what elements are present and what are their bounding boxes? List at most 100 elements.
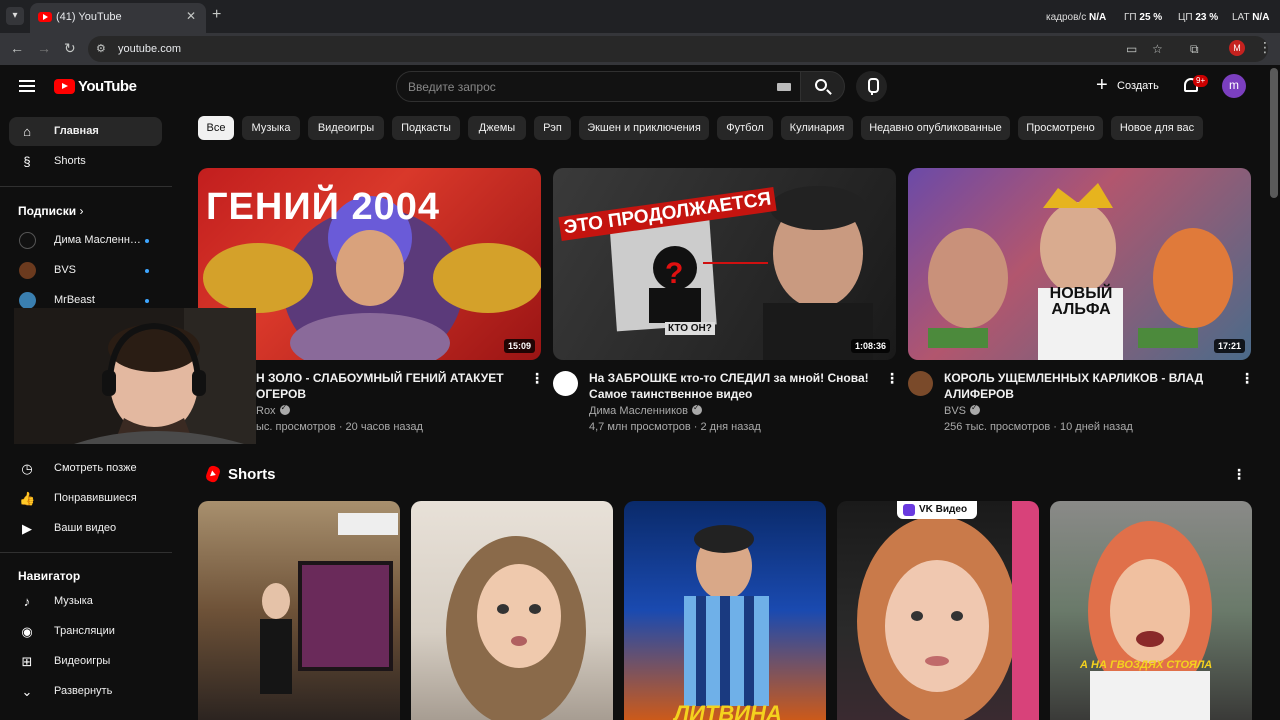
shorts-menu-icon[interactable]: ⋮ xyxy=(1232,466,1246,483)
video-thumbnail[interactable]: ? ЭТО ПРОДОЛЖАЕТСЯ КТО ОН? 1:08:36 xyxy=(553,168,896,360)
sidebar-item-watch-later[interactable]: ◷ Смотреть позже xyxy=(9,454,162,483)
clock-icon: ◷ xyxy=(21,461,33,476)
sidebar-divider xyxy=(0,552,172,553)
chip[interactable]: Экшен и приключения xyxy=(579,116,709,140)
subscriptions-heading[interactable]: Подписки › xyxy=(18,204,83,218)
video-menu-icon[interactable]: ⋮ xyxy=(1240,370,1254,387)
site-info-icon[interactable]: ⚙ xyxy=(96,42,106,55)
browser-menu-icon[interactable]: ⋮ xyxy=(1258,39,1272,56)
short-art xyxy=(684,525,769,706)
vk-video-badge: VK Видео xyxy=(897,501,977,519)
chip[interactable]: Новое для вас xyxy=(1111,116,1203,140)
sidebar-item-home[interactable]: ⌂ Главная xyxy=(9,117,162,146)
browser-profile-avatar[interactable]: M xyxy=(1229,40,1245,56)
play-square-icon: ▶ xyxy=(22,521,32,536)
sidebar-sub-item[interactable]: Дима Масленн… xyxy=(9,226,162,255)
gamepad-icon: ⊞ xyxy=(21,654,33,669)
video-duration: 1:08:36 xyxy=(850,339,890,353)
shorts-logo-icon xyxy=(204,464,222,484)
video-title[interactable]: На ЗАБРОШКЕ кто-то СЛЕДИЛ за мной! Снова… xyxy=(589,370,869,402)
chip[interactable]: Видеоигры xyxy=(308,116,384,140)
short-thumbnail[interactable] xyxy=(198,501,400,720)
perf-fps: кадров/с N/A xyxy=(1046,12,1107,23)
page-scrollbar[interactable] xyxy=(1270,68,1278,198)
chip[interactable]: Музыка xyxy=(242,116,300,140)
chip[interactable]: Рэп xyxy=(534,116,571,140)
video-channel[interactable]: Дима Масленников xyxy=(589,403,702,417)
chip[interactable]: Просмотрено xyxy=(1018,116,1103,140)
verified-icon xyxy=(691,403,702,415)
short-thumbnail[interactable] xyxy=(411,501,613,720)
live-icon: ◉ xyxy=(21,624,33,639)
short-art xyxy=(857,501,1039,720)
svg-text:?: ? xyxy=(665,257,683,290)
omnibox[interactable]: ⚙ youtube.com ▭ ☆ ⧉ xyxy=(88,36,1268,62)
video-title[interactable]: Н ЗОЛО - СЛАБОУМНЫЙ ГЕНИЙ АТАКУЕТ ОГЕРОВ xyxy=(256,370,518,402)
sidebar-item-label: Трансляции xyxy=(54,625,115,637)
search-placeholder: Введите запрос xyxy=(408,80,496,94)
menu-hamburger-icon[interactable] xyxy=(19,80,35,92)
home-icon: ⌂ xyxy=(23,124,31,139)
sub-label: MrBeast xyxy=(54,294,95,306)
video-menu-icon[interactable]: ⋮ xyxy=(885,370,899,387)
sidebar-item-your-videos[interactable]: ▶ Ваши видео xyxy=(9,514,162,543)
perf-cpu: ЦП 23 % xyxy=(1178,12,1219,23)
create-label: Создать xyxy=(1117,80,1159,92)
youtube-logo-text[interactable]: YouTube xyxy=(78,78,137,95)
tab-close-icon[interactable]: ✕ xyxy=(186,9,196,23)
thumbs-up-icon: 👍 xyxy=(19,491,36,506)
account-avatar[interactable]: m xyxy=(1222,74,1246,98)
tab-search-chevron-icon[interactable]: ▾ xyxy=(6,7,24,25)
reload-icon[interactable]: ↻ xyxy=(64,40,76,57)
chip[interactable]: Подкасты xyxy=(392,116,460,140)
video-menu-icon[interactable]: ⋮ xyxy=(530,370,544,387)
video-title[interactable]: КОРОЛЬ УЩЕМЛЕННЫХ КАРЛИКОВ - ВЛАД АЛИФЕР… xyxy=(944,370,1234,402)
sidebar-sub-item[interactable]: BVS xyxy=(9,256,162,285)
search-input[interactable]: Введите запрос xyxy=(396,71,802,102)
browser-tab[interactable]: (41) YouTube ✕ xyxy=(30,3,206,33)
short-overlay-text: ЛИТВИНА xyxy=(674,701,782,720)
perf-gpu: ГП 25 % xyxy=(1124,12,1163,23)
sidebar-item-music[interactable]: ♪ Музыка xyxy=(9,587,162,616)
back-arrow-icon[interactable]: ← xyxy=(10,40,24,56)
sidebar-item-label: Ваши видео xyxy=(54,522,117,534)
short-thumbnail[interactable]: ЛИТВИНА xyxy=(624,501,826,720)
voice-search-mic-icon[interactable] xyxy=(856,71,887,102)
notifications-badge: 9+ xyxy=(1193,75,1209,87)
sidebar-divider xyxy=(0,186,172,187)
url-text: youtube.com xyxy=(118,43,181,55)
channel-avatar[interactable] xyxy=(908,371,933,396)
sidebar-item-shorts[interactable]: § Shorts xyxy=(9,147,162,176)
perf-lat: LAT N/A xyxy=(1232,12,1270,23)
sidebar-item-live[interactable]: ◉ Трансляции xyxy=(9,617,162,646)
video-channel[interactable]: BVS xyxy=(944,403,981,417)
sidebar-item-expand[interactable]: ⌄ Развернуть xyxy=(9,677,162,706)
vk-logo-icon xyxy=(903,504,915,516)
bookmark-star-icon[interactable]: ☆ xyxy=(1152,42,1163,56)
chevron-down-icon: ⌄ xyxy=(21,684,33,699)
chip[interactable]: Футбол xyxy=(717,116,773,140)
channel-avatar[interactable] xyxy=(553,371,578,396)
new-tab-icon[interactable]: + xyxy=(212,6,221,24)
sidebar-item-gaming[interactable]: ⊞ Видеоигры xyxy=(9,647,162,676)
search-button[interactable] xyxy=(800,71,845,102)
chip-all[interactable]: Все xyxy=(198,116,234,140)
short-thumbnail[interactable]: А НА ГВОЗДЯХ СТОЯЛА xyxy=(1050,501,1252,720)
chip[interactable]: Кулинария xyxy=(781,116,853,140)
sub-label: BVS xyxy=(54,264,77,276)
browser-tab-bar: ▾ (41) YouTube ✕ + кадров/с N/A ГП 25 % … xyxy=(0,0,1280,33)
forward-arrow-icon[interactable]: → xyxy=(37,40,51,56)
vk-video-label: VK Видео xyxy=(919,504,968,515)
youtube-logo-icon[interactable] xyxy=(54,79,75,94)
sidebar-item-liked[interactable]: 👍 Понравившиеся xyxy=(9,484,162,513)
chip[interactable]: Джемы xyxy=(468,116,526,140)
video-channel[interactable]: Rox xyxy=(256,403,290,417)
short-overlay-text: А НА ГВОЗДЯХ СТОЯЛА xyxy=(1080,659,1213,671)
video-thumbnail[interactable]: НОВЫЙ АЛЬФА 17:21 xyxy=(908,168,1251,360)
extensions-icon[interactable]: ⧉ xyxy=(1190,42,1199,57)
cast-icon[interactable]: ▭ xyxy=(1126,42,1137,56)
thumbnail-subtext: КТО ОН? xyxy=(665,322,715,335)
keyboard-icon[interactable] xyxy=(777,83,791,91)
chip[interactable]: Недавно опубликованные xyxy=(861,116,1010,140)
short-thumbnail[interactable]: VK Видео xyxy=(837,501,1039,720)
